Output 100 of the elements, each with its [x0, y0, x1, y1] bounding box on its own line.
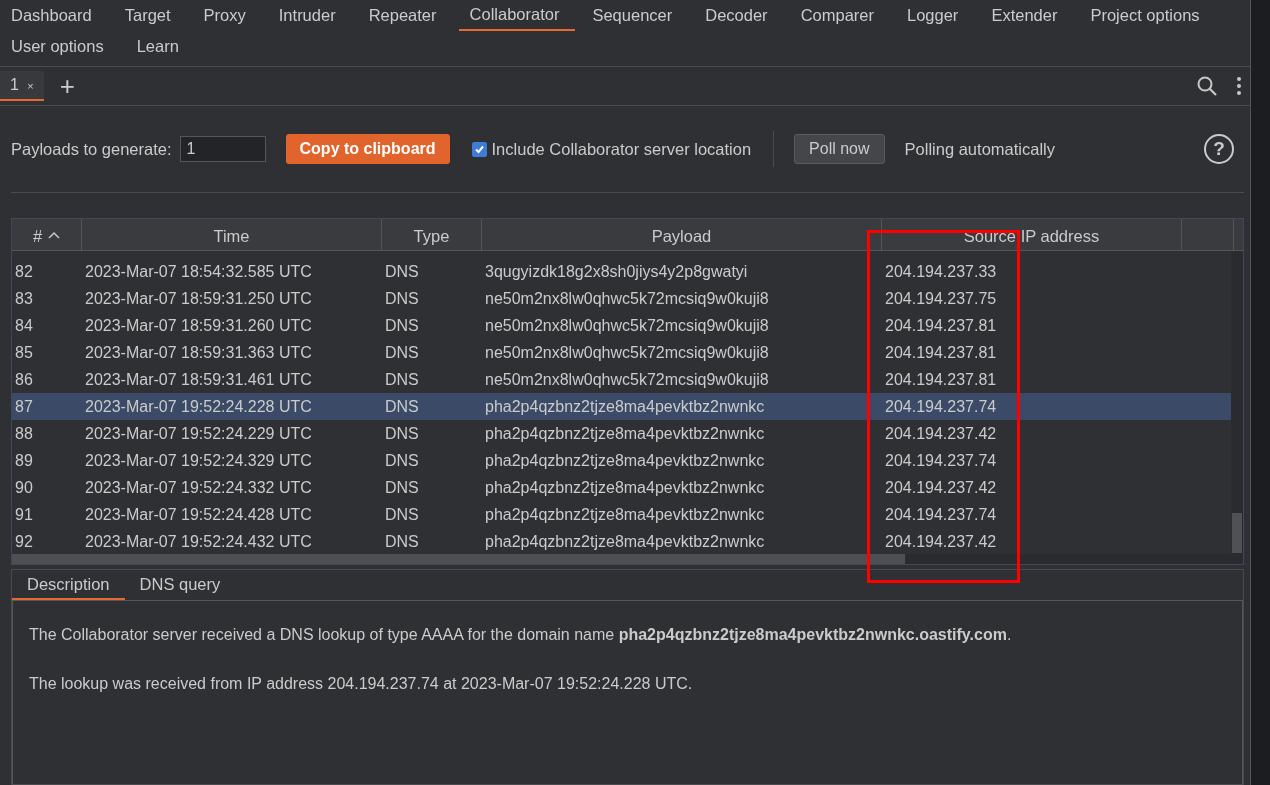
- scrollbar-thumb[interactable]: [12, 554, 905, 564]
- table-cell-text: ne50m2nx8lw0qhwc5k72mcsiq9w0kuji8: [484, 343, 770, 362]
- close-icon[interactable]: ×: [27, 80, 34, 92]
- table-cell-text: 204.194.237.75: [884, 289, 998, 308]
- main-tab[interactable]: Extender: [980, 0, 1074, 31]
- main-tab[interactable]: Logger: [896, 0, 975, 31]
- table-cell-text: pha2p4qzbnz2tjze8ma4pevktbz2nwnkc: [484, 532, 766, 551]
- table-cell-text: 83: [14, 289, 34, 308]
- table-row[interactable]: 88 2023-Mar-07 19:52:24.229 UTC DNS pha2p4qzbnz2tjze8ma4pevktbz2nwnkc 204.194.237.42: [12, 420, 1231, 447]
- table-cell-text: 204.194.237.74: [884, 451, 998, 470]
- table-cell-text: pha2p4qzbnz2tjze8ma4pevktbz2nwnkc: [484, 451, 766, 470]
- main-tab[interactable]: Comparer: [789, 0, 890, 31]
- main-tab[interactable]: User options: [0, 31, 120, 62]
- main-tab[interactable]: Learn: [125, 31, 195, 62]
- column-header[interactable]: Type: [382, 219, 482, 250]
- table-cell-text: DNS: [384, 316, 420, 335]
- checkbox[interactable]: [471, 141, 487, 157]
- table-cell-text: 88: [14, 424, 34, 443]
- table-cell-text: 2023-Mar-07 19:52:24.228 UTC: [84, 397, 313, 416]
- column-header[interactable]: Payload: [482, 219, 882, 250]
- column-header[interactable]: Time: [82, 219, 382, 250]
- table-cell-text: ne50m2nx8lw0qhwc5k72mcsiq9w0kuji8: [484, 289, 770, 308]
- description-text: The lookup was received from IP address 204.194.237.74 at 2023-Mar-07 19:52:24.228 UTC.: [29, 674, 694, 694]
- main-tab[interactable]: Collaborator: [458, 0, 576, 31]
- table-cell-text: 204.194.237.42: [884, 532, 998, 551]
- table-cell-text: DNS: [384, 262, 420, 281]
- scrollbar-thumb[interactable]: [1232, 513, 1242, 553]
- help-button[interactable]: ?: [1204, 134, 1234, 164]
- table-cell-text: 2023-Mar-07 18:59:31.250 UTC: [84, 289, 313, 308]
- table-cell-text: 204.194.237.81: [884, 343, 998, 362]
- table-cell-text: DNS: [384, 451, 420, 470]
- table-row[interactable]: 91 2023-Mar-07 19:52:24.428 UTC DNS pha2p4qzbnz2tjze8ma4pevktbz2nwnkc 204.194.237.74: [12, 501, 1231, 528]
- table-cell-text: 3qugyizdk18g2x8sh0jiys4y2p8gwatyi: [484, 262, 749, 281]
- table-cell-text: pha2p4qzbnz2tjze8ma4pevktbz2nwnkc: [484, 478, 766, 497]
- table-cell-text: 91: [14, 505, 34, 524]
- table-row[interactable]: 90 2023-Mar-07 19:52:24.332 UTC DNS pha2p4qzbnz2tjze8ma4pevktbz2nwnkc 204.194.237.42: [12, 474, 1231, 501]
- table-cell-text: 204.194.237.81: [884, 316, 998, 335]
- payloads-label: Payloads to generate:: [11, 139, 172, 159]
- main-tab[interactable]: Proxy: [192, 0, 262, 31]
- table-cell-text: 2023-Mar-07 18:59:31.461 UTC: [84, 370, 313, 389]
- table-row[interactable]: 92 2023-Mar-07 19:52:24.432 UTC DNS pha2p4qzbnz2tjze8ma4pevktbz2nwnkc 204.194.237.42: [12, 528, 1231, 555]
- table-cell-text: ne50m2nx8lw0qhwc5k72mcsiq9w0kuji8: [484, 370, 770, 389]
- description-text: The Collaborator server received a DNS lookup of type AAAA for the domain name pha2p4qzbnz2tjze8ma4pevktbz2nwnkc.oastify.com.: [29, 625, 1013, 645]
- table-cell-text: ne50m2nx8lw0qhwc5k72mcsiq9w0kuji8: [484, 316, 770, 335]
- table-row[interactable]: 85 2023-Mar-07 18:59:31.363 UTC DNS ne50m2nx8lw0qhwc5k72mcsiq9w0kuji8 204.194.237.81: [12, 339, 1231, 366]
- table-cell-text: 204.194.237.74: [884, 505, 998, 524]
- column-header[interactable]: #: [12, 219, 82, 250]
- poll-now-button[interactable]: Poll now: [794, 134, 885, 164]
- more-options-icon[interactable]: [1236, 76, 1242, 96]
- table-cell-text: 89: [14, 451, 34, 470]
- table-cell-text: 204.194.237.81: [884, 370, 998, 389]
- table-cell-text: 2023-Mar-07 18:54:32.585 UTC: [84, 262, 313, 281]
- detail-tab[interactable]: Description: [12, 570, 125, 600]
- table-row[interactable]: 87 2023-Mar-07 19:52:24.228 UTC DNS pha2p4qzbnz2tjze8ma4pevktbz2nwnkc 204.194.237.74: [12, 393, 1231, 420]
- table-cell-text: DNS: [384, 343, 420, 362]
- table-cell-text: 2023-Mar-07 19:52:24.329 UTC: [84, 451, 313, 470]
- table-row[interactable]: 83 2023-Mar-07 18:59:31.250 UTC DNS ne50m2nx8lw0qhwc5k72mcsiq9w0kuji8 204.194.237.75: [12, 285, 1231, 312]
- table-cell-text: DNS: [384, 478, 420, 497]
- table-cell-text: DNS: [384, 289, 420, 308]
- table-cell-text: DNS: [384, 370, 420, 389]
- table-cell-text: 82: [14, 262, 34, 281]
- detail-tab[interactable]: DNS query: [124, 570, 236, 600]
- table-row[interactable]: 82 2023-Mar-07 18:54:32.585 UTC DNS 3qugyizdk18g2x8sh0jiys4y2p8gwatyi 204.194.237.33: [12, 258, 1231, 285]
- payloads-input[interactable]: 1: [179, 136, 266, 162]
- table-cell-text: 204.194.237.74: [884, 397, 998, 416]
- table-cell-text: 2023-Mar-07 19:52:24.432 UTC: [84, 532, 313, 551]
- polling-status: Polling automatically: [904, 139, 1055, 159]
- table-cell-text: pha2p4qzbnz2tjze8ma4pevktbz2nwnkc: [484, 424, 766, 443]
- main-tab[interactable]: Project options: [1079, 0, 1216, 31]
- main-tab[interactable]: Intruder: [267, 0, 352, 31]
- table-cell-text: DNS: [384, 505, 420, 524]
- main-tab[interactable]: Sequencer: [581, 0, 689, 31]
- table-cell-text: 2023-Mar-07 19:52:24.428 UTC: [84, 505, 313, 524]
- table-row[interactable]: 89 2023-Mar-07 19:52:24.329 UTC DNS pha2p4qzbnz2tjze8ma4pevktbz2nwnkc 204.194.237.74: [12, 447, 1231, 474]
- table-cell-text: 204.194.237.33: [884, 262, 998, 281]
- table-cell-text: DNS: [384, 424, 420, 443]
- table-cell-text: 87: [14, 397, 34, 416]
- main-tab[interactable]: Decoder: [694, 0, 784, 31]
- add-tab-button[interactable]: +: [53, 73, 81, 99]
- table-cell-text: 86: [14, 370, 34, 389]
- table-cell-text: 90: [14, 478, 34, 497]
- table-cell-text: DNS: [384, 532, 420, 551]
- table-cell-text: pha2p4qzbnz2tjze8ma4pevktbz2nwnkc: [484, 397, 766, 416]
- table-cell-text: 2023-Mar-07 18:59:31.363 UTC: [84, 343, 313, 362]
- table-cell-text: 85: [14, 343, 34, 362]
- table-cell-text: 2023-Mar-07 19:52:24.332 UTC: [84, 478, 313, 497]
- table-cell-text: pha2p4qzbnz2tjze8ma4pevktbz2nwnkc: [484, 505, 766, 524]
- table-cell-text: 204.194.237.42: [884, 478, 998, 497]
- checkbox-label: Include Collaborator server location: [491, 139, 752, 159]
- table-cell-text: 2023-Mar-07 18:59:31.260 UTC: [84, 316, 313, 335]
- main-tab[interactable]: Target: [113, 0, 187, 31]
- search-icon[interactable]: [1196, 75, 1218, 97]
- table-cell-text: 204.194.237.42: [884, 424, 998, 443]
- instance-tab[interactable]: 1 ×: [0, 71, 44, 101]
- table-cell-text: DNS: [384, 397, 420, 416]
- main-tab[interactable]: Dashboard: [0, 0, 108, 31]
- table-row[interactable]: 84 2023-Mar-07 18:59:31.260 UTC DNS ne50m2nx8lw0qhwc5k72mcsiq9w0kuji8 204.194.237.81: [12, 312, 1231, 339]
- table-cell-text: 92: [14, 532, 34, 551]
- main-tab[interactable]: Repeater: [357, 0, 453, 31]
- table-row[interactable]: 86 2023-Mar-07 18:59:31.461 UTC DNS ne50m2nx8lw0qhwc5k72mcsiq9w0kuji8 204.194.237.81: [12, 366, 1231, 393]
